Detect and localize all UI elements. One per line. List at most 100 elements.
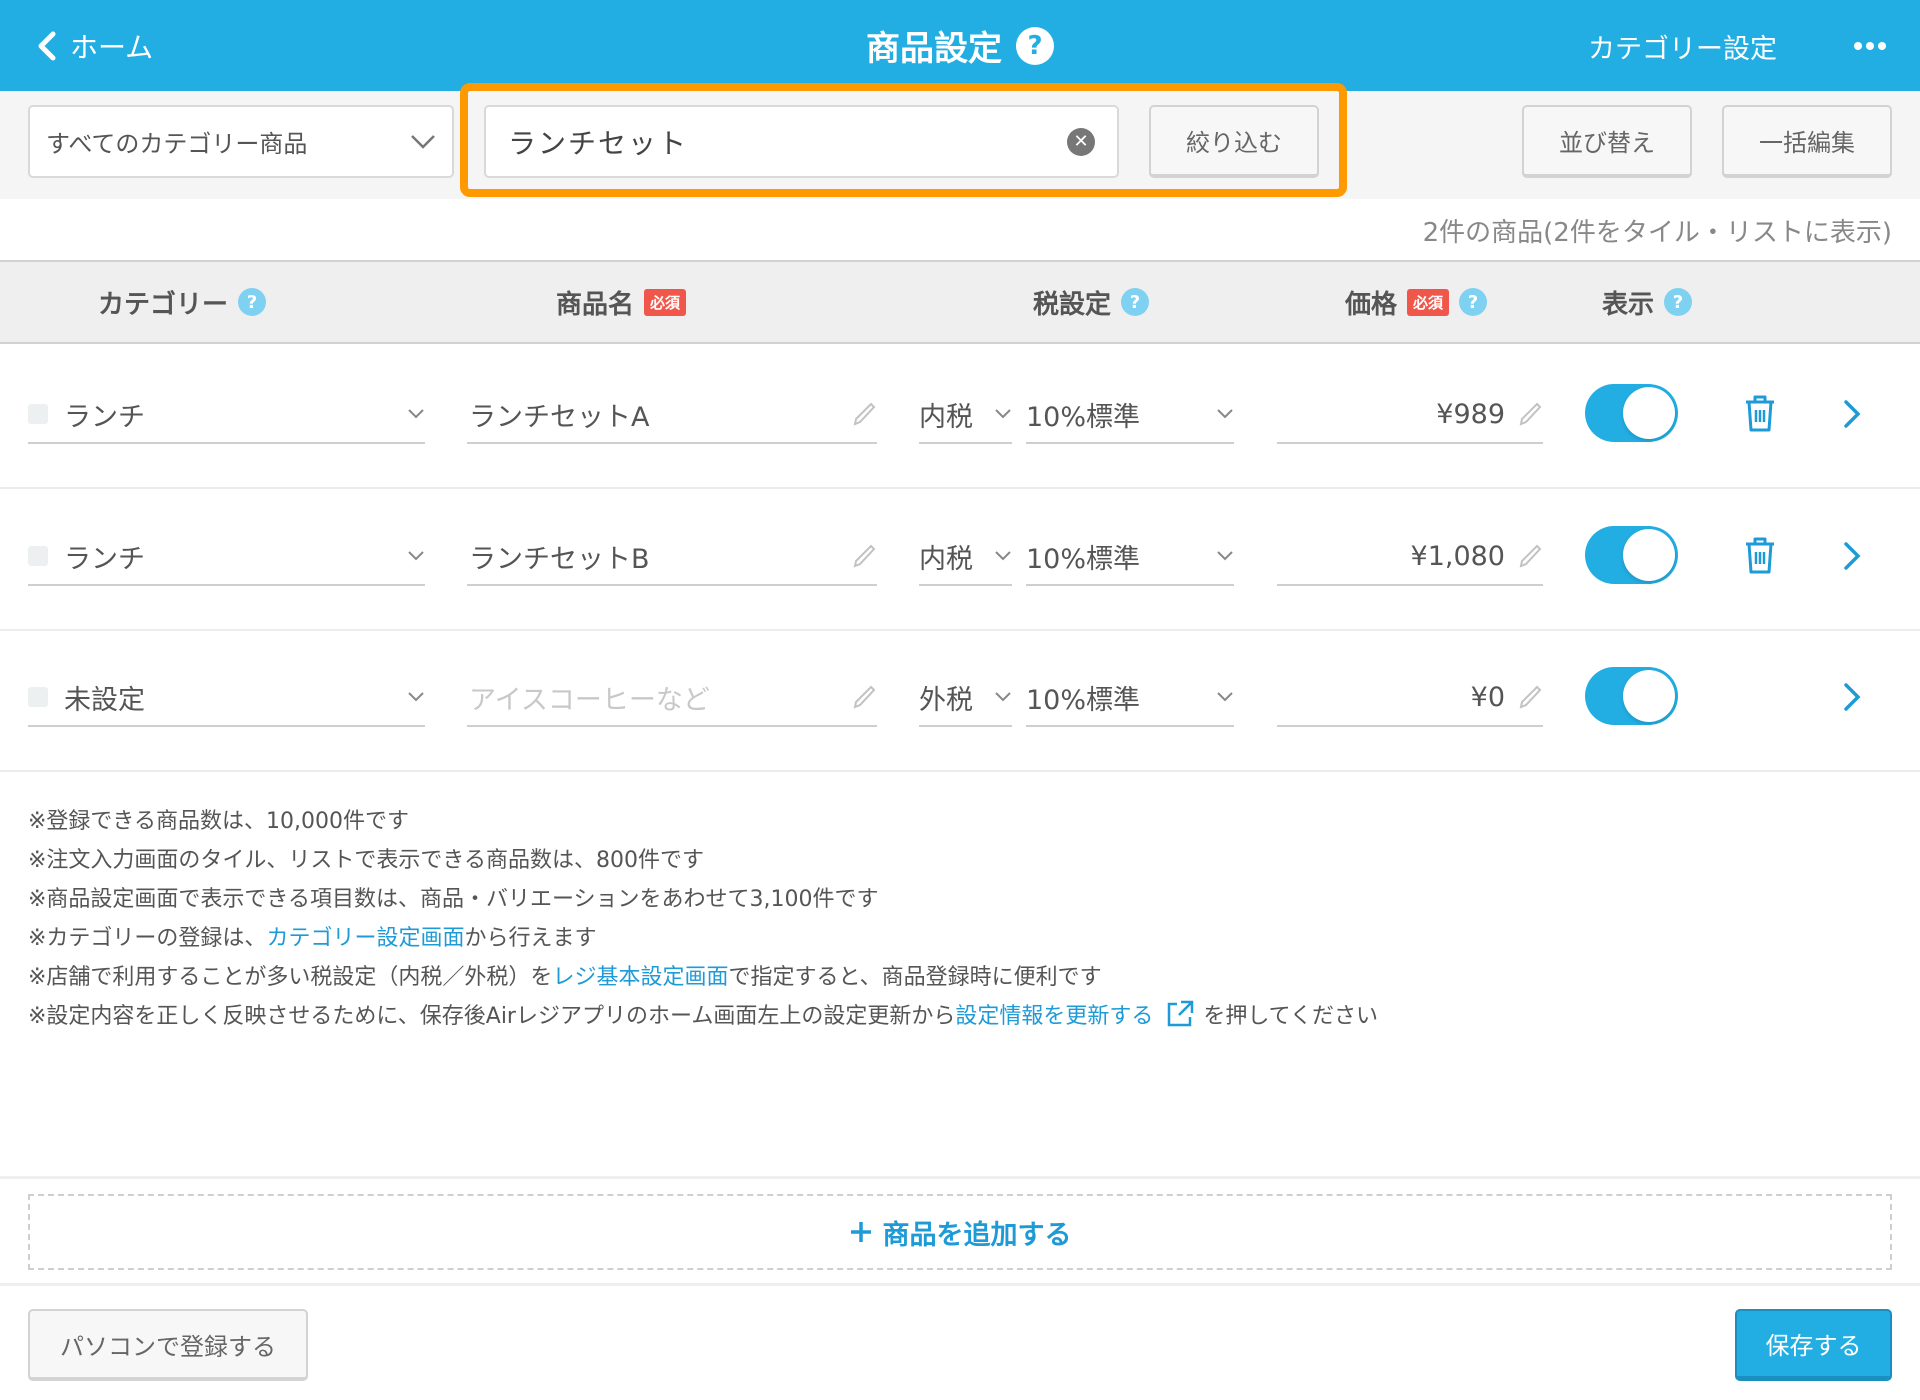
bulk-edit-button[interactable]: 一括編集 bbox=[1722, 105, 1892, 178]
column-label: 商品名 bbox=[556, 289, 635, 320]
column-label: 税設定 bbox=[1033, 289, 1112, 320]
pencil-icon bbox=[1519, 685, 1542, 709]
trash-icon[interactable] bbox=[1742, 536, 1778, 576]
tax-rate-select[interactable]: 10%標準 bbox=[1026, 386, 1234, 444]
column-label: 価格 bbox=[1345, 289, 1398, 320]
pencil-icon bbox=[1519, 544, 1542, 568]
product-name-value: アイスコーヒーなど bbox=[469, 684, 710, 716]
search-input[interactable] bbox=[508, 125, 1067, 158]
visibility-toggle[interactable] bbox=[1585, 667, 1678, 725]
category-select[interactable]: 未設定 bbox=[28, 669, 425, 727]
pencil-icon bbox=[853, 544, 876, 568]
tax-rate-select[interactable]: 10%標準 bbox=[1026, 669, 1234, 727]
visibility-toggle[interactable] bbox=[1585, 526, 1678, 584]
product-name-input[interactable]: ランチセットB bbox=[467, 528, 877, 586]
help-icon[interactable]: ? bbox=[1459, 288, 1488, 316]
tax-rate-select[interactable]: 10%標準 bbox=[1026, 528, 1234, 586]
table-row: ランチ ランチセットA 内税 10%標準 ¥989 bbox=[0, 348, 1920, 489]
update-settings-link[interactable]: 設定情報を更新する bbox=[955, 1004, 1153, 1029]
tax-rate-value: 10%標準 bbox=[1026, 684, 1141, 716]
price-input[interactable]: ¥0 bbox=[1277, 669, 1543, 727]
table-row: 未設定 アイスコーヒーなど 外税 10%標準 ¥0 bbox=[0, 631, 1920, 772]
register-on-pc-button[interactable]: パソコンで登録する bbox=[28, 1309, 308, 1381]
tax-type-value: 外税 bbox=[919, 684, 973, 716]
category-settings-link[interactable]: カテゴリー設定 bbox=[1588, 18, 1777, 74]
external-link-icon[interactable] bbox=[1165, 999, 1195, 1029]
back-label: ホーム bbox=[70, 31, 154, 64]
price-input[interactable]: ¥1,080 bbox=[1277, 528, 1543, 586]
product-name-input[interactable]: ランチセットA bbox=[467, 386, 877, 444]
add-product-button[interactable]: 商品を追加する bbox=[28, 1194, 1892, 1270]
chevron-down-icon bbox=[995, 551, 1011, 561]
clear-search-icon[interactable]: ✕ bbox=[1067, 127, 1095, 156]
row-checkbox[interactable] bbox=[28, 404, 48, 424]
visibility-toggle[interactable] bbox=[1585, 384, 1678, 442]
price-input[interactable]: ¥989 bbox=[1277, 386, 1543, 444]
search-field: ✕ bbox=[484, 105, 1119, 178]
pencil-icon bbox=[853, 685, 876, 709]
help-icon[interactable]: ? bbox=[1121, 288, 1150, 316]
category-value: 未設定 bbox=[64, 684, 145, 716]
filter-button[interactable]: 絞り込む bbox=[1149, 105, 1319, 178]
column-label: 表示 bbox=[1602, 289, 1655, 320]
tax-type-select[interactable]: 内税 bbox=[919, 528, 1012, 586]
chevron-down-icon bbox=[408, 409, 424, 419]
product-name-value: ランチセットB bbox=[469, 543, 650, 575]
chevron-down-icon bbox=[408, 551, 424, 561]
tax-rate-value: 10%標準 bbox=[1026, 543, 1141, 575]
column-category: カテゴリー ? bbox=[98, 262, 267, 342]
chevron-down-icon bbox=[995, 409, 1011, 419]
note-line: ※カテゴリーの登録は、カテゴリー設定画面から行えます bbox=[28, 926, 597, 951]
note-line: ※設定内容を正しく反映させるために、保存後Airレジアプリのホーム画面左上の設定… bbox=[28, 997, 1378, 1036]
category-value: ランチ bbox=[64, 543, 145, 575]
price-value: ¥0 bbox=[1470, 681, 1505, 713]
pencil-icon bbox=[1519, 402, 1542, 426]
trash-icon[interactable] bbox=[1742, 394, 1778, 434]
help-icon[interactable]: ? bbox=[1664, 288, 1693, 316]
back-home-button[interactable]: ホーム bbox=[36, 18, 153, 74]
add-product-label: 商品を追加する bbox=[882, 1219, 1072, 1251]
save-button[interactable]: 保存する bbox=[1735, 1309, 1892, 1381]
product-name-value: ランチセットA bbox=[469, 401, 650, 433]
column-price: 価格 必須 ? bbox=[1345, 262, 1488, 342]
product-name-input[interactable]: アイスコーヒーなど bbox=[467, 669, 877, 727]
note-line: ※店舗で利用することが多い税設定（内税／外税）をレジ基本設定画面で指定すると、商… bbox=[28, 965, 1102, 990]
help-icon[interactable]: ? bbox=[238, 288, 267, 316]
category-settings-screen-link[interactable]: カテゴリー設定画面 bbox=[266, 926, 464, 951]
note-line: ※登録できる商品数は、10,000件です bbox=[28, 809, 409, 834]
plus-icon bbox=[850, 1222, 871, 1242]
price-value: ¥989 bbox=[1436, 398, 1505, 430]
category-select[interactable]: ランチ bbox=[28, 386, 425, 444]
tax-type-value: 内税 bbox=[919, 401, 973, 433]
tax-type-select[interactable]: 外税 bbox=[919, 669, 1012, 727]
help-icon[interactable]: ? bbox=[1016, 26, 1054, 65]
tax-type-select[interactable]: 内税 bbox=[919, 386, 1012, 444]
category-select[interactable]: ランチ bbox=[28, 528, 425, 586]
category-filter-value: すべてのカテゴリー商品 bbox=[46, 130, 308, 158]
chevron-left-icon bbox=[38, 31, 56, 61]
chevron-down-icon bbox=[411, 134, 435, 149]
register-settings-screen-link[interactable]: レジ基本設定画面 bbox=[552, 965, 728, 990]
column-label: カテゴリー bbox=[98, 289, 229, 320]
notes: ※登録できる商品数は、10,000件です ※注文入力画面のタイル、リストで表示で… bbox=[28, 802, 1378, 1036]
chevron-right-icon[interactable] bbox=[1840, 540, 1864, 572]
table-row: ランチ ランチセットB 内税 10%標準 ¥1,080 bbox=[0, 490, 1920, 631]
pencil-icon bbox=[853, 402, 876, 426]
price-value: ¥1,080 bbox=[1410, 540, 1505, 572]
chevron-right-icon[interactable] bbox=[1840, 398, 1864, 430]
column-product-name: 商品名 必須 bbox=[556, 262, 687, 342]
more-menu-icon[interactable] bbox=[1850, 26, 1890, 66]
sort-button[interactable]: 並び替え bbox=[1522, 105, 1692, 178]
note-line: ※注文入力画面のタイル、リストで表示できる商品数は、800件です bbox=[28, 848, 704, 873]
chevron-right-icon[interactable] bbox=[1840, 681, 1864, 713]
required-badge: 必須 bbox=[644, 288, 687, 316]
tax-type-value: 内税 bbox=[919, 543, 973, 575]
column-tax: 税設定 ? bbox=[1033, 262, 1150, 342]
table-header: カテゴリー ? 商品名 必須 税設定 ? 価格 必須 ? 表示 ? bbox=[0, 260, 1920, 344]
category-filter-select[interactable]: すべてのカテゴリー商品 bbox=[28, 105, 454, 178]
chevron-down-icon bbox=[1217, 409, 1233, 419]
product-count: 2件の商品(2件をタイル・リストに表示) bbox=[1422, 218, 1892, 248]
required-badge: 必須 bbox=[1407, 288, 1450, 316]
row-checkbox[interactable] bbox=[28, 687, 48, 707]
row-checkbox[interactable] bbox=[28, 546, 48, 566]
